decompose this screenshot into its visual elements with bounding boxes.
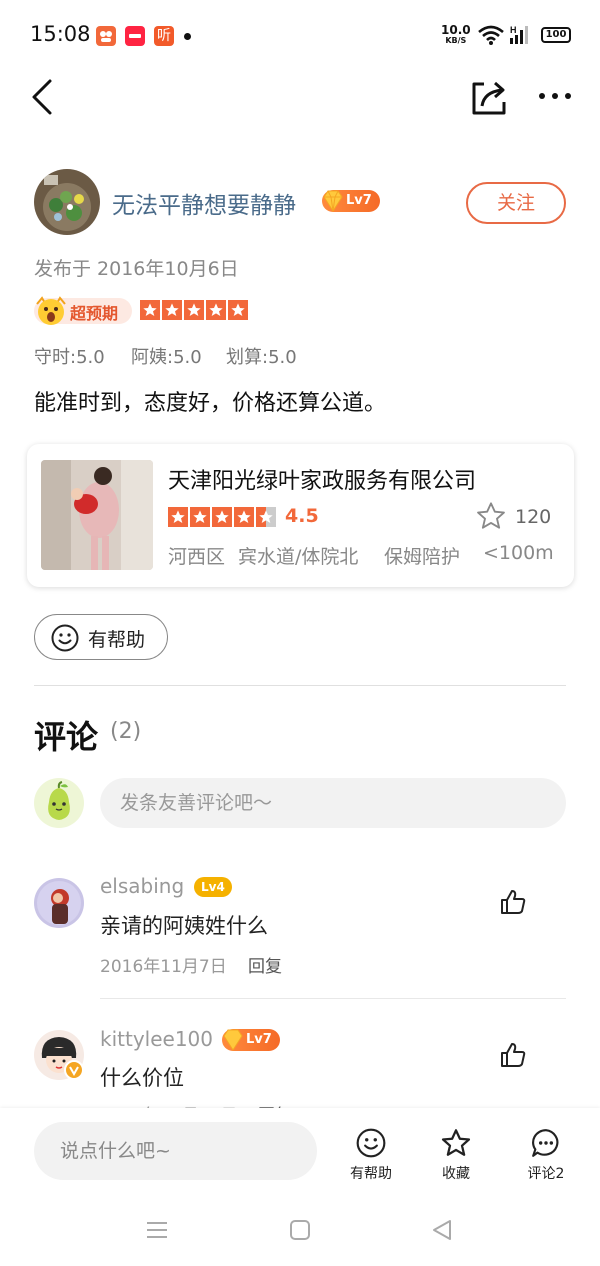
- comment-username[interactable]: elsabing: [100, 874, 184, 898]
- shop-name[interactable]: 天津阳光绿叶家政服务有限公司: [168, 463, 476, 495]
- comments-title: 评论: [34, 718, 99, 756]
- say-something-input[interactable]: [34, 1122, 317, 1180]
- shop-star-1: [168, 507, 188, 527]
- like-thumb-icon[interactable]: [499, 1041, 527, 1073]
- shop-star-4: [234, 507, 254, 527]
- review-text: 能准时到，态度好，价格还算公道。: [34, 391, 387, 416]
- comment-username[interactable]: kittylee100: [100, 1027, 213, 1051]
- comment-icon: [518, 1127, 574, 1163]
- diamond-icon: [323, 190, 343, 212]
- status-time: 15:08: [30, 22, 91, 46]
- favorite-star-icon[interactable]: [474, 500, 508, 536]
- shop-category: 保姆陪护: [384, 546, 461, 568]
- star-icon: [430, 1127, 482, 1163]
- favorite-action-label: 收藏: [442, 1166, 470, 1182]
- review-star-3: [184, 300, 204, 320]
- section-divider: [34, 685, 566, 686]
- comment-action-label: 评论2: [527, 1166, 565, 1182]
- comment-text: 亲请的阿姨姓什么: [100, 914, 268, 938]
- comment-avatar[interactable]: [34, 878, 84, 928]
- back-nav-icon[interactable]: [431, 1218, 453, 1246]
- network-speed: 10.0 KB/S: [441, 24, 471, 45]
- helpful-action-button[interactable]: 有帮助: [345, 1127, 397, 1183]
- comment-level-badge: Lv7: [222, 1029, 280, 1051]
- diamond-icon: [223, 1029, 243, 1051]
- comment-input[interactable]: [100, 778, 566, 828]
- comment-text: 什么价位: [100, 1066, 184, 1090]
- wifi-icon: [478, 24, 504, 50]
- menu-nav-icon[interactable]: [146, 1220, 168, 1244]
- shop-star-rating: [168, 507, 278, 527]
- comment-action-button[interactable]: 评论2: [518, 1127, 574, 1183]
- author-avatar[interactable]: [34, 169, 100, 235]
- author-level-badge: Lv7: [322, 190, 380, 212]
- back-arrow-icon[interactable]: [28, 78, 58, 116]
- xiaohongshu-app-icon: [125, 26, 145, 46]
- comment-date: 2016年11月7日: [100, 957, 227, 977]
- network-speed-value: 10.0: [441, 23, 471, 37]
- home-nav-icon[interactable]: [289, 1219, 311, 1245]
- review-star-1: [140, 300, 160, 320]
- subscore-value: 划算:5.0: [226, 347, 297, 368]
- reply-button[interactable]: 回复: [248, 952, 282, 977]
- shop-star-3: [212, 507, 232, 527]
- shop-street: 宾水道/体院北: [238, 546, 359, 568]
- helpful-label: 有帮助: [88, 629, 146, 651]
- svg-text:H: H: [510, 25, 517, 35]
- review-star-2: [162, 300, 182, 320]
- subscore-punctuality: 守时:5.0: [34, 347, 105, 368]
- favorite-count: 120: [515, 506, 552, 528]
- comments-count: (2): [110, 719, 142, 744]
- review-star-rating: [140, 300, 250, 320]
- more-icon[interactable]: [538, 88, 572, 104]
- notification-dot: [184, 33, 191, 40]
- shop-district: 河西区: [168, 546, 226, 568]
- smile-icon: [345, 1127, 397, 1163]
- author-name[interactable]: 无法平静想要静静: [112, 186, 296, 220]
- smile-icon: [50, 623, 80, 657]
- wow-face-icon: [34, 294, 68, 332]
- share-icon[interactable]: [470, 78, 510, 116]
- subscore-housekeeper: 阿姨:5.0: [131, 347, 202, 368]
- favorite-action-button[interactable]: 收藏: [430, 1127, 482, 1183]
- battery-icon: 100: [541, 27, 571, 43]
- review-star-4: [206, 300, 226, 320]
- shop-photo: [41, 460, 153, 570]
- posted-date: 发布于 2016年10月6日: [34, 258, 239, 280]
- cellular-signal-icon: H: [510, 24, 536, 50]
- comment-level-badge: Lv4: [194, 877, 232, 897]
- shop-score: 4.5: [285, 505, 319, 527]
- shop-distance: <100m: [483, 542, 554, 564]
- my-avatar: [34, 778, 84, 828]
- follow-button[interactable]: 关注: [466, 182, 566, 224]
- shop-star-5: [256, 507, 276, 527]
- review-tag: 超预期: [70, 304, 119, 323]
- meituan-app-icon: [96, 26, 116, 46]
- review-star-5: [228, 300, 248, 320]
- ting-app-icon: 听: [154, 26, 174, 46]
- network-speed-unit: KB/S: [445, 36, 467, 45]
- helpful-action-label: 有帮助: [350, 1166, 392, 1182]
- like-thumb-icon[interactable]: [499, 888, 527, 920]
- shop-star-2: [190, 507, 210, 527]
- verified-icon: [64, 1060, 84, 1080]
- comment-divider: [100, 998, 566, 999]
